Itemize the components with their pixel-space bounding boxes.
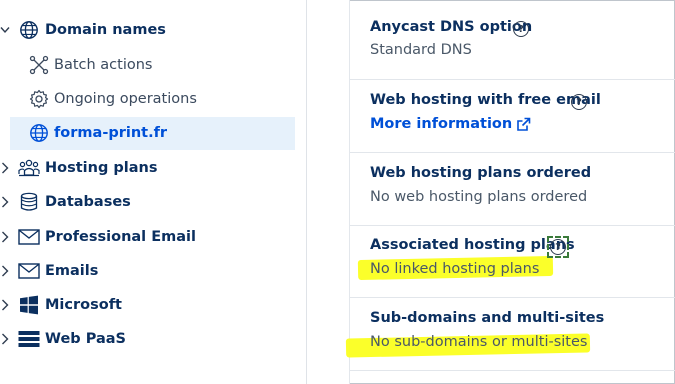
sidebar-item-label: Emails	[45, 263, 99, 279]
help-icon[interactable]: ?	[550, 239, 566, 255]
chevron-right-icon[interactable]	[0, 264, 10, 278]
chevron-right-icon[interactable]	[0, 230, 10, 244]
anycast-section: Anycast DNS option ? Standard DNS	[350, 0, 675, 80]
sidebar-item-label: Domain names	[45, 22, 166, 38]
globe-icon	[28, 122, 50, 144]
sidebar-item-label: Ongoing operations	[54, 91, 197, 107]
windows-icon	[18, 294, 40, 316]
sidebar-item-label: Databases	[45, 194, 131, 210]
sidebar-item-label: forma-print.fr	[54, 125, 168, 141]
chevron-right-icon[interactable]	[0, 298, 10, 312]
subdomains-value: No sub-domains or multi-sites	[370, 334, 588, 350]
mail-icon	[18, 226, 40, 248]
anycast-title: Anycast DNS option	[370, 19, 533, 35]
sidebar-item-batch-actions[interactable]: Batch actions	[0, 49, 300, 81]
subdomains-section: Sub-domains and multi-sites No sub-domai…	[350, 298, 675, 370]
subdomains-title: Sub-domains and multi-sites	[370, 310, 605, 326]
domain-details-panel: Anycast DNS option ? Standard DNS Web ho…	[345, 0, 675, 384]
associated-plans-title: Associated hosting plans	[370, 237, 575, 253]
sidebar-item-hosting-plans[interactable]: Hosting plans	[0, 152, 300, 184]
sidebar-item-professional-email[interactable]: Professional Email	[0, 221, 300, 253]
associated-plans-value: No linked hosting plans	[370, 261, 540, 277]
gutter	[307, 0, 349, 384]
chevron-right-icon[interactable]	[0, 332, 10, 346]
gear-icon	[28, 88, 50, 110]
sidebar-item-domain-names[interactable]: Domain names	[0, 14, 300, 46]
sidebar-item-label: Batch actions	[54, 57, 153, 73]
more-information-label: More information	[370, 116, 513, 132]
sidebar-item-emails[interactable]: Emails	[0, 255, 300, 287]
help-icon[interactable]: ?	[513, 21, 529, 37]
sidebar-item-microsoft[interactable]: Microsoft	[0, 289, 300, 321]
more-information-link[interactable]: More information	[370, 116, 531, 132]
sidebar: Domain names Batch actions Ongoing opera…	[0, 0, 306, 384]
section-divider	[350, 370, 675, 371]
database-icon	[18, 191, 40, 213]
layers-icon	[18, 328, 40, 350]
plans-ordered-value: No web hosting plans ordered	[370, 189, 588, 205]
sidebar-item-label: Professional Email	[45, 229, 196, 245]
anycast-value: Standard DNS	[370, 42, 472, 58]
mail-icon	[18, 260, 40, 282]
chevron-right-icon[interactable]	[0, 161, 10, 175]
chevron-down-icon[interactable]	[0, 23, 10, 37]
network-icon	[28, 54, 50, 76]
sidebar-item-label: Web PaaS	[45, 331, 126, 347]
external-link-icon	[517, 117, 531, 131]
sidebar-item-label: Hosting plans	[45, 160, 158, 176]
associated-plans-section: Associated hosting plans ? No linked hos…	[350, 226, 675, 298]
team-icon	[18, 157, 40, 179]
sidebar-item-databases[interactable]: Databases	[0, 186, 300, 218]
help-icon[interactable]: ?	[571, 94, 587, 110]
webhosting-email-title: Web hosting with free email	[370, 92, 601, 108]
globe-icon	[18, 19, 40, 41]
sidebar-item-web-paas[interactable]: Web PaaS	[0, 323, 300, 355]
webhosting-email-section: Web hosting with free email ? More infor…	[350, 80, 675, 153]
sidebar-item-forma-print[interactable]: forma-print.fr	[0, 117, 295, 149]
plans-ordered-section: Web hosting plans ordered No web hosting…	[350, 153, 675, 226]
chevron-right-icon[interactable]	[0, 195, 10, 209]
plans-ordered-title: Web hosting plans ordered	[370, 165, 592, 181]
sidebar-item-ongoing-operations[interactable]: Ongoing operations	[0, 83, 300, 115]
sidebar-item-label: Microsoft	[45, 297, 122, 313]
